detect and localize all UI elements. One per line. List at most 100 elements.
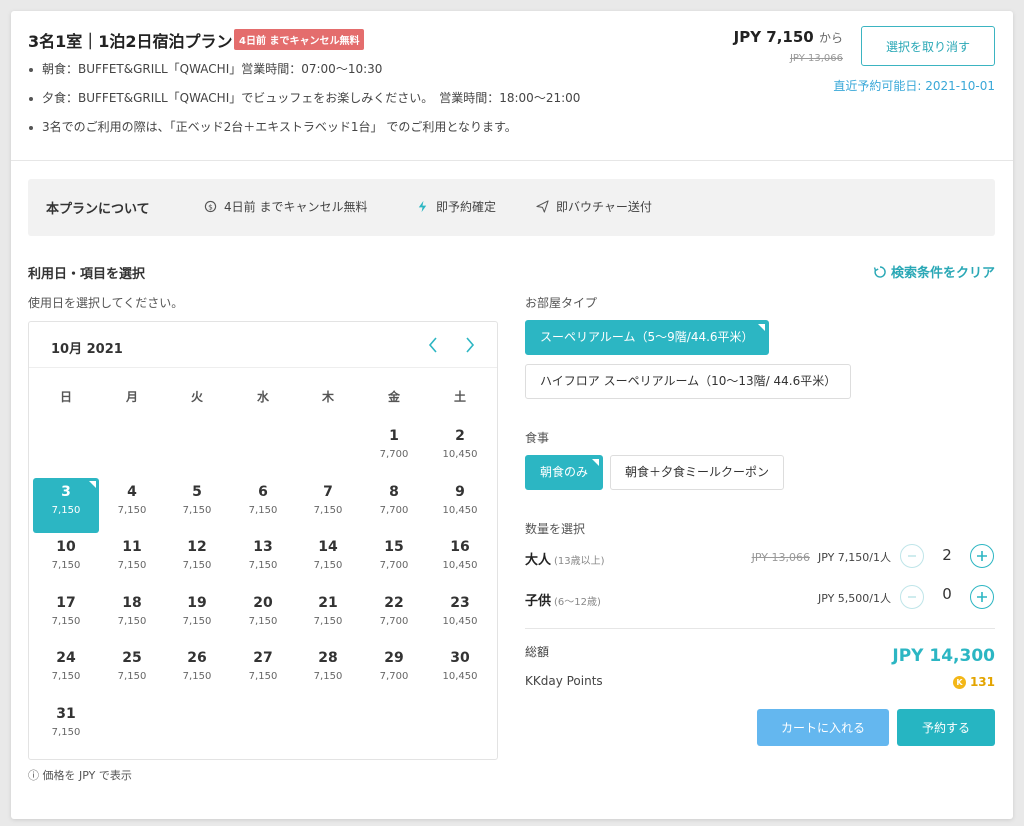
clear-filters-link[interactable]: 検索条件をクリア xyxy=(873,262,995,281)
chevron-left-icon xyxy=(428,337,437,353)
room-type-label: お部屋タイプ xyxy=(525,296,598,310)
calendar-day[interactable]: 9 10,450 xyxy=(427,478,493,533)
add-to-cart-button[interactable]: カートに入れる xyxy=(757,709,889,746)
calendar-day[interactable]: 16 10,450 xyxy=(427,533,493,588)
calendar-day[interactable]: 31 7,150 xyxy=(33,700,99,755)
calendar-day[interactable]: 28 7,150 xyxy=(295,644,361,699)
calendar-day[interactable]: 5 7,150 xyxy=(164,478,230,533)
quantity-label: 数量を選択 xyxy=(525,522,586,536)
calendar-day[interactable]: 26 7,150 xyxy=(164,644,230,699)
calendar-day[interactable]: 1 7,700 xyxy=(361,422,427,477)
day-number: 6 xyxy=(258,484,268,500)
day-number: 15 xyxy=(384,539,404,555)
calendar-day[interactable]: 19 7,150 xyxy=(164,589,230,644)
price-suffix: から xyxy=(818,31,843,45)
day-price: 7,150 xyxy=(248,505,278,516)
calendar-day[interactable]: 29 7,700 xyxy=(361,644,427,699)
next-month-button[interactable] xyxy=(457,332,483,358)
day-price: 7,150 xyxy=(182,616,212,627)
day-price: 7,150 xyxy=(117,505,147,516)
day-price: 10,450 xyxy=(442,560,478,571)
total-label: 総額 xyxy=(525,645,550,659)
calendar-day[interactable]: 25 7,150 xyxy=(99,644,165,699)
calendar-day[interactable]: 27 7,150 xyxy=(230,644,296,699)
minus-icon xyxy=(908,596,916,598)
child-count: 0 xyxy=(942,585,952,603)
calendar-day[interactable]: 17 7,150 xyxy=(33,589,99,644)
room-option-high-floor[interactable]: ハイフロア スーペリアルーム（10～13階/ 44.6平米） xyxy=(525,364,852,399)
date-hint: 使用日を選択してください。 xyxy=(28,296,184,310)
day-number: 8 xyxy=(389,484,399,500)
day-price: 7,150 xyxy=(182,671,212,682)
day-number: 31 xyxy=(56,706,76,722)
room-option-superior[interactable]: スーペリアルーム（5～9階/44.6平米） xyxy=(525,320,769,355)
day-number: 17 xyxy=(56,595,76,611)
adult-label: 大人 (13歳以上) xyxy=(525,549,605,568)
deselect-button[interactable]: 選択を取り消す xyxy=(861,26,995,66)
calendar-day[interactable]: 2 10,450 xyxy=(427,422,493,477)
plan-about-bar: 本プランについて $ 4日前 までキャンセル無料 即予約確定 即バウチャー送付 xyxy=(28,179,995,236)
book-now-button[interactable]: 予約する xyxy=(897,709,995,746)
currency-note: ⓘ 価格を JPY で表示 xyxy=(28,769,132,782)
calendar-day[interactable]: 10 7,150 xyxy=(33,533,99,588)
day-price: 7,150 xyxy=(248,560,278,571)
child-decrease-button[interactable] xyxy=(900,585,924,609)
child-age-note: (6～12歳) xyxy=(554,597,601,608)
weekday-label: 金 xyxy=(387,390,400,404)
calendar-day[interactable]: 20 7,150 xyxy=(230,589,296,644)
adult-increase-button[interactable] xyxy=(970,544,994,568)
day-price: 7,150 xyxy=(117,616,147,627)
adult-label-text: 大人 xyxy=(525,553,552,568)
day-price: 7,700 xyxy=(379,449,409,460)
meal-option-breakfast[interactable]: 朝食のみ xyxy=(525,455,604,490)
meal-option-breakfast-dinner[interactable]: 朝食＋夕食ミールクーポン xyxy=(610,455,785,490)
day-number: 12 xyxy=(187,539,207,555)
day-number: 3 xyxy=(61,484,71,500)
about-item-label: 即バウチャー送付 xyxy=(556,200,652,214)
day-number: 13 xyxy=(253,539,273,555)
plan-title: 3名1室｜1泊2日宿泊プラン xyxy=(28,32,233,51)
calendar-day[interactable]: 30 10,450 xyxy=(427,644,493,699)
adult-decrease-button[interactable] xyxy=(900,544,924,568)
adult-unit-price: JPY 7,150/1人 xyxy=(817,551,891,564)
clear-icon xyxy=(873,265,886,278)
about-title: 本プランについて xyxy=(46,202,150,217)
calendar-day[interactable]: 7 7,150 xyxy=(295,478,361,533)
day-number: 1 xyxy=(389,428,399,444)
calendar-day[interactable]: 12 7,150 xyxy=(164,533,230,588)
day-price: 7,700 xyxy=(379,616,409,627)
calendar-day[interactable]: 24 7,150 xyxy=(33,644,99,699)
calendar-day[interactable]: 4 7,150 xyxy=(99,478,165,533)
calendar-day[interactable]: 22 7,700 xyxy=(361,589,427,644)
calendar-day[interactable]: 23 10,450 xyxy=(427,589,493,644)
calendar-day[interactable]: 6 7,150 xyxy=(230,478,296,533)
day-price: 7,150 xyxy=(313,616,343,627)
child-unit-price: JPY 5,500/1人 xyxy=(817,592,891,605)
day-number: 4 xyxy=(127,484,137,500)
day-number: 24 xyxy=(56,650,76,666)
calendar-day[interactable]: 3 7,150 xyxy=(33,478,99,533)
day-number: 18 xyxy=(122,595,142,611)
day-price: 7,150 xyxy=(51,671,81,682)
calendar-day[interactable]: 8 7,700 xyxy=(361,478,427,533)
adult-old-price: JPY 13,066 xyxy=(751,551,810,564)
day-number: 7 xyxy=(323,484,333,500)
send-icon xyxy=(536,200,549,213)
day-price: 7,150 xyxy=(117,671,147,682)
day-price: 10,450 xyxy=(442,671,478,682)
day-number: 11 xyxy=(122,539,142,555)
calendar-day[interactable]: 11 7,150 xyxy=(99,533,165,588)
day-number: 2 xyxy=(455,428,465,444)
calendar-day[interactable]: 18 7,150 xyxy=(99,589,165,644)
calendar-day[interactable]: 14 7,150 xyxy=(295,533,361,588)
section-title: 利用日・項目を選択 xyxy=(28,267,146,282)
calendar-day[interactable]: 21 7,150 xyxy=(295,589,361,644)
day-number: 26 xyxy=(187,650,207,666)
about-instant-confirm: 即予約確定 xyxy=(416,198,496,215)
calendar-day[interactable]: 15 7,700 xyxy=(361,533,427,588)
prev-month-button[interactable] xyxy=(420,332,446,358)
calendar-day[interactable]: 13 7,150 xyxy=(230,533,296,588)
weekday-label: 火 xyxy=(190,390,203,404)
adult-price: JPY 13,066 JPY 7,150/1人 xyxy=(752,549,891,565)
child-increase-button[interactable] xyxy=(970,585,994,609)
